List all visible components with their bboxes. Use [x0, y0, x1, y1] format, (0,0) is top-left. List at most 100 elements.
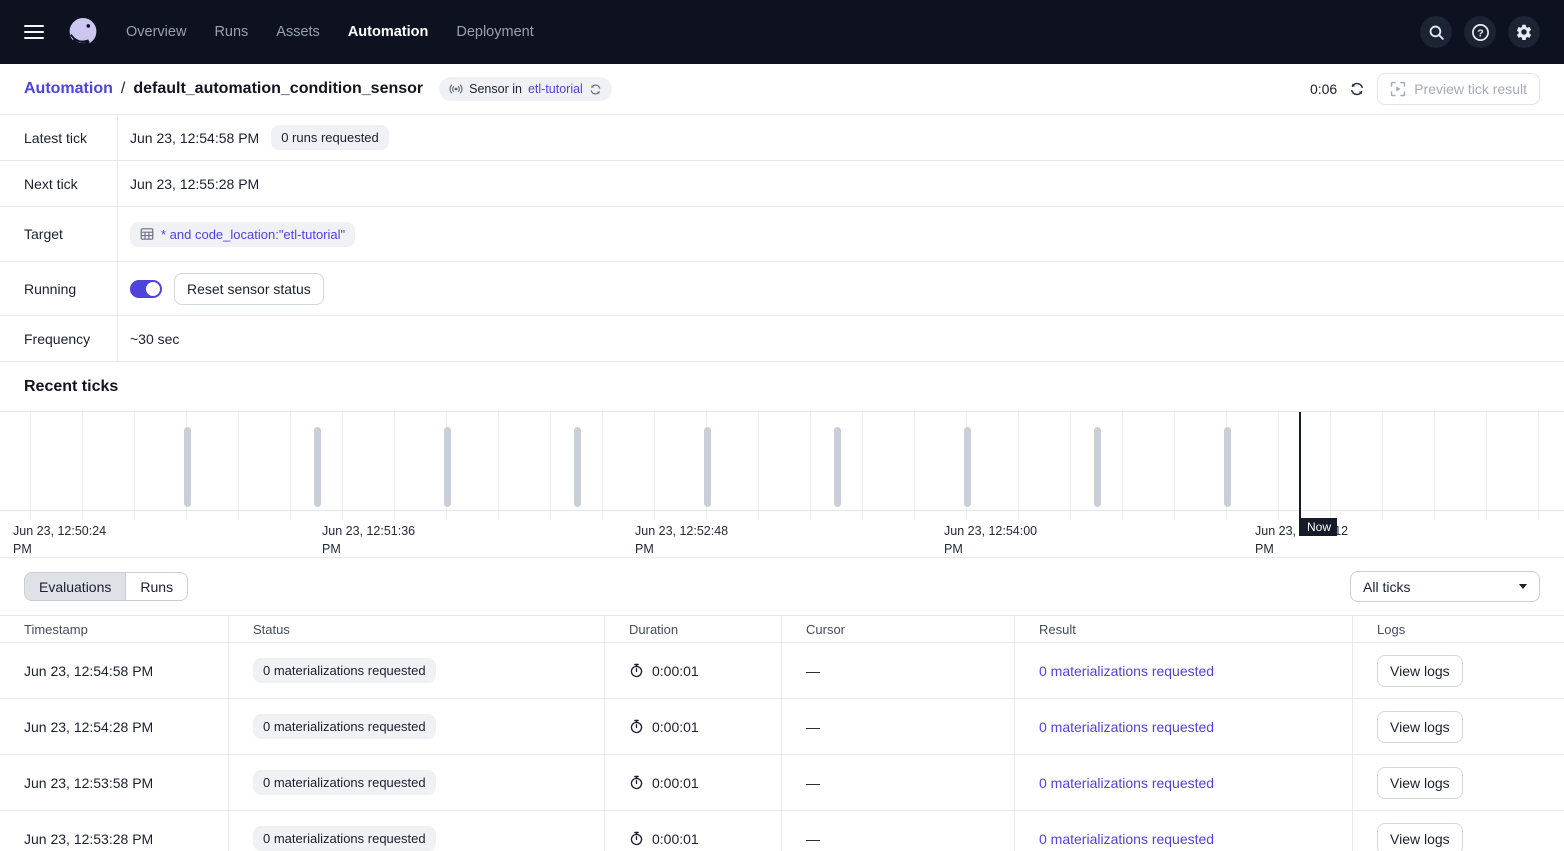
status-badge: 0 materializations requested [253, 658, 436, 683]
chart-gridline [1018, 412, 1019, 520]
view-logs-button[interactable]: View logs [1377, 655, 1463, 687]
table-body: Jun 23, 12:54:58 PM 0 materializations r… [0, 643, 1564, 851]
tick-bar[interactable] [704, 427, 711, 507]
cell-duration: 0:00:01 [605, 643, 782, 699]
svg-text:?: ? [1477, 27, 1483, 39]
chart-gridline [1538, 412, 1539, 520]
view-segmented-control: Evaluations Runs [24, 572, 188, 601]
latest-tick-status-badge: 0 runs requested [271, 125, 389, 150]
cell-logs: View logs [1353, 811, 1564, 851]
tick-bar[interactable] [834, 427, 841, 507]
tick-bar[interactable] [314, 427, 321, 507]
cell-timestamp: Jun 23, 12:54:28 PM [0, 699, 229, 755]
cell-status: 0 materializations requested [229, 811, 605, 851]
frequency-row: Frequency ~30 sec [0, 316, 1564, 362]
next-tick-row: Next tick Jun 23, 12:55:28 PM [0, 161, 1564, 207]
chart-gridline [290, 412, 291, 520]
tick-bar[interactable] [444, 427, 451, 507]
chart-gridline [1434, 412, 1435, 520]
preview-tick-result-button[interactable]: Preview tick result [1377, 73, 1540, 105]
chart-gridline [342, 412, 343, 520]
breadcrumb-automation-link[interactable]: Automation [24, 80, 113, 98]
tick-bar[interactable] [964, 427, 971, 507]
page-title: default_automation_condition_sensor [133, 80, 423, 98]
tick-filter-select[interactable]: All ticks [1350, 571, 1540, 602]
cell-result: 0 materializations requested [1015, 755, 1353, 811]
tab-runs[interactable]: Runs [125, 573, 187, 600]
breadcrumb-separator: / [121, 80, 125, 98]
cell-timestamp: Jun 23, 12:53:28 PM [0, 811, 229, 851]
nav-item-deployment[interactable]: Deployment [456, 24, 533, 40]
sync-icon[interactable] [589, 83, 602, 96]
cell-logs: View logs [1353, 755, 1564, 811]
recent-ticks-chart[interactable]: Jun 23, 12:50:24 PMJun 23, 12:51:36 PMJu… [0, 411, 1564, 557]
tick-bar[interactable] [1224, 427, 1231, 507]
cell-timestamp: Jun 23, 12:53:58 PM [0, 755, 229, 811]
nav-item-assets[interactable]: Assets [276, 24, 320, 40]
nav-links: Overview Runs Assets Automation Deployme… [126, 24, 534, 40]
chart-gridline [238, 412, 239, 520]
code-location-link[interactable]: etl-tutorial [528, 82, 583, 96]
menu-icon[interactable] [24, 25, 44, 39]
chart-gridline [810, 412, 811, 520]
table-row: Jun 23, 12:54:28 PM 0 materializations r… [0, 699, 1564, 755]
chart-gridline [550, 412, 551, 520]
settings-icon[interactable] [1508, 16, 1540, 48]
latest-tick-label: Latest tick [0, 115, 118, 160]
nav-item-overview[interactable]: Overview [126, 24, 186, 40]
tabs-bar: Evaluations Runs All ticks [0, 557, 1564, 615]
tick-bar[interactable] [1094, 427, 1101, 507]
chart-gridline [134, 412, 135, 520]
cell-duration: 0:00:01 [605, 811, 782, 851]
running-label: Running [0, 262, 118, 315]
chart-gridline [1486, 412, 1487, 520]
running-row: Running Reset sensor status [0, 262, 1564, 316]
tick-filter-value: All ticks [1363, 579, 1410, 595]
status-badge: 0 materializations requested [253, 770, 436, 795]
view-logs-button[interactable]: View logs [1377, 767, 1463, 799]
reset-sensor-status-button[interactable]: Reset sensor status [174, 273, 324, 305]
view-logs-button[interactable]: View logs [1377, 711, 1463, 743]
running-toggle[interactable] [130, 280, 162, 298]
dagster-logo[interactable] [66, 15, 100, 49]
nav-item-automation[interactable]: Automation [348, 24, 429, 40]
tick-bar[interactable] [184, 427, 191, 507]
table-row: Jun 23, 12:54:58 PM 0 materializations r… [0, 643, 1564, 699]
sensor-details: Latest tick Jun 23, 12:54:58 PM 0 runs r… [0, 115, 1564, 362]
table-row: Jun 23, 12:53:28 PM 0 materializations r… [0, 811, 1564, 851]
chart-gridline [82, 412, 83, 520]
top-nav: Overview Runs Assets Automation Deployme… [0, 0, 1564, 64]
top-nav-actions: ? [1420, 16, 1540, 48]
refresh-countdown: 0:06 [1310, 81, 1337, 97]
view-logs-button[interactable]: View logs [1377, 823, 1463, 851]
cell-cursor: — [782, 811, 1015, 851]
status-badge: 0 materializations requested [253, 714, 436, 739]
cell-result: 0 materializations requested [1015, 643, 1353, 699]
cell-cursor: — [782, 699, 1015, 755]
chart-axis-label: Jun 23, 12:50:24 PM [13, 522, 125, 558]
chart-gridline [30, 412, 31, 520]
result-link[interactable]: 0 materializations requested [1039, 775, 1214, 791]
tick-bar[interactable] [574, 427, 581, 507]
cell-timestamp: Jun 23, 12:54:58 PM [0, 643, 229, 699]
col-duration: Duration [605, 616, 782, 643]
table-row: Jun 23, 12:53:58 PM 0 materializations r… [0, 755, 1564, 811]
preview-tick-result-label: Preview tick result [1414, 81, 1527, 97]
result-link[interactable]: 0 materializations requested [1039, 831, 1214, 847]
help-icon[interactable]: ? [1464, 16, 1496, 48]
result-link[interactable]: 0 materializations requested [1039, 719, 1214, 735]
search-icon[interactable] [1420, 16, 1452, 48]
nav-item-runs[interactable]: Runs [214, 24, 248, 40]
refresh-icon[interactable] [1349, 81, 1365, 97]
tab-evaluations[interactable]: Evaluations [25, 573, 125, 600]
cell-result: 0 materializations requested [1015, 699, 1353, 755]
evaluations-table: Timestamp Status Duration Cursor Result … [0, 615, 1564, 851]
sensor-badge: Sensor in etl-tutorial [439, 77, 612, 101]
recent-ticks-title: Recent ticks [24, 378, 118, 396]
recent-ticks-section-header: Recent ticks [0, 362, 1564, 411]
stopwatch-icon [629, 831, 644, 846]
chart-gridline [758, 412, 759, 520]
result-link[interactable]: 0 materializations requested [1039, 663, 1214, 679]
target-selection-pill[interactable]: * and code_location:"etl-tutorial" [130, 222, 355, 247]
chart-gridline [862, 412, 863, 520]
